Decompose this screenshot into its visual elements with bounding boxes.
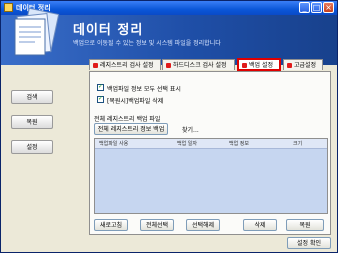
tab-marker-icon xyxy=(242,63,247,68)
document-stack-icon xyxy=(14,7,60,56)
tab-registry-scan[interactable]: 레지스트리 검사 설정 xyxy=(89,59,161,70)
close-button[interactable]: × xyxy=(323,2,334,13)
browse-link[interactable]: 찾기... xyxy=(182,125,199,134)
show-all-label: 백업파일 정보 모두 선택 표시 xyxy=(107,86,181,93)
maximize-button[interactable]: □ xyxy=(311,2,322,13)
full-backup-button[interactable]: 전체 레지스트리 정보 백업 xyxy=(94,123,168,135)
delete-backup-checkbox[interactable] xyxy=(97,95,104,103)
tab-marker-icon xyxy=(93,63,98,68)
list-header: 백업파일 사용 백업 일자 백업 정보 크기 xyxy=(95,139,327,149)
backup-settings-panel: 백업파일 정보 모두 선택 표시 [복원시]백업파일 삭제 전체 레지스트리 백… xyxy=(89,71,331,235)
tab-label: 레지스트리 검사 설정 xyxy=(100,62,154,69)
column-header[interactable]: 백업 정보 xyxy=(229,140,249,147)
refresh-button[interactable]: 새로고침 xyxy=(94,219,128,231)
restore-button[interactable]: 복원 xyxy=(286,219,324,231)
delete-backup-label: [복원시]백업파일 삭제 xyxy=(107,98,164,105)
section-title: 전체 레지스트리 백업 파일 xyxy=(94,116,161,123)
tab-label: 백업 설정 xyxy=(249,62,273,69)
delete-button[interactable]: 삭제 xyxy=(243,219,277,231)
tab-disk-scan[interactable]: 하드디스크 검사 설정 xyxy=(162,59,235,70)
column-header[interactable]: 백업 일자 xyxy=(177,140,197,147)
minimize-button[interactable]: _ xyxy=(299,2,310,13)
deselect-button[interactable]: 선택해제 xyxy=(186,219,220,231)
select-all-button[interactable]: 전체선택 xyxy=(140,219,174,231)
restore-nav-button[interactable]: 복원 xyxy=(11,115,53,129)
tab-marker-icon xyxy=(166,63,171,68)
page-subtitle: 백업으로 이동될 수 있는 정보 및 시스템 파일을 정리합니다 xyxy=(73,40,221,47)
left-nav: 검색 복원 설정 xyxy=(1,65,85,252)
confirm-settings-button[interactable]: 설정 확인 xyxy=(287,237,331,249)
tab-label: 하드디스크 검사 설정 xyxy=(173,62,227,69)
tab-marker-icon xyxy=(287,63,292,68)
tab-backup-settings[interactable]: 백업 설정 xyxy=(237,58,281,71)
app-window: 데이터 정리 _ □ × 데이터 정리 백업으로 이동될 수 있는 정보 및 시… xyxy=(0,0,338,253)
page-title: 데이터 정리 xyxy=(73,23,144,38)
settings-nav-button[interactable]: 설정 xyxy=(11,140,53,154)
search-nav-button[interactable]: 검색 xyxy=(11,90,53,104)
backup-list[interactable]: 백업파일 사용 백업 일자 백업 정보 크기 xyxy=(94,138,328,214)
column-header[interactable]: 크기 xyxy=(293,140,302,147)
column-header[interactable]: 백업파일 사용 xyxy=(99,140,128,147)
tab-label: 고급설정 xyxy=(294,62,317,69)
show-all-checkbox[interactable] xyxy=(97,83,104,91)
tab-advanced[interactable]: 고급설정 xyxy=(283,59,323,70)
